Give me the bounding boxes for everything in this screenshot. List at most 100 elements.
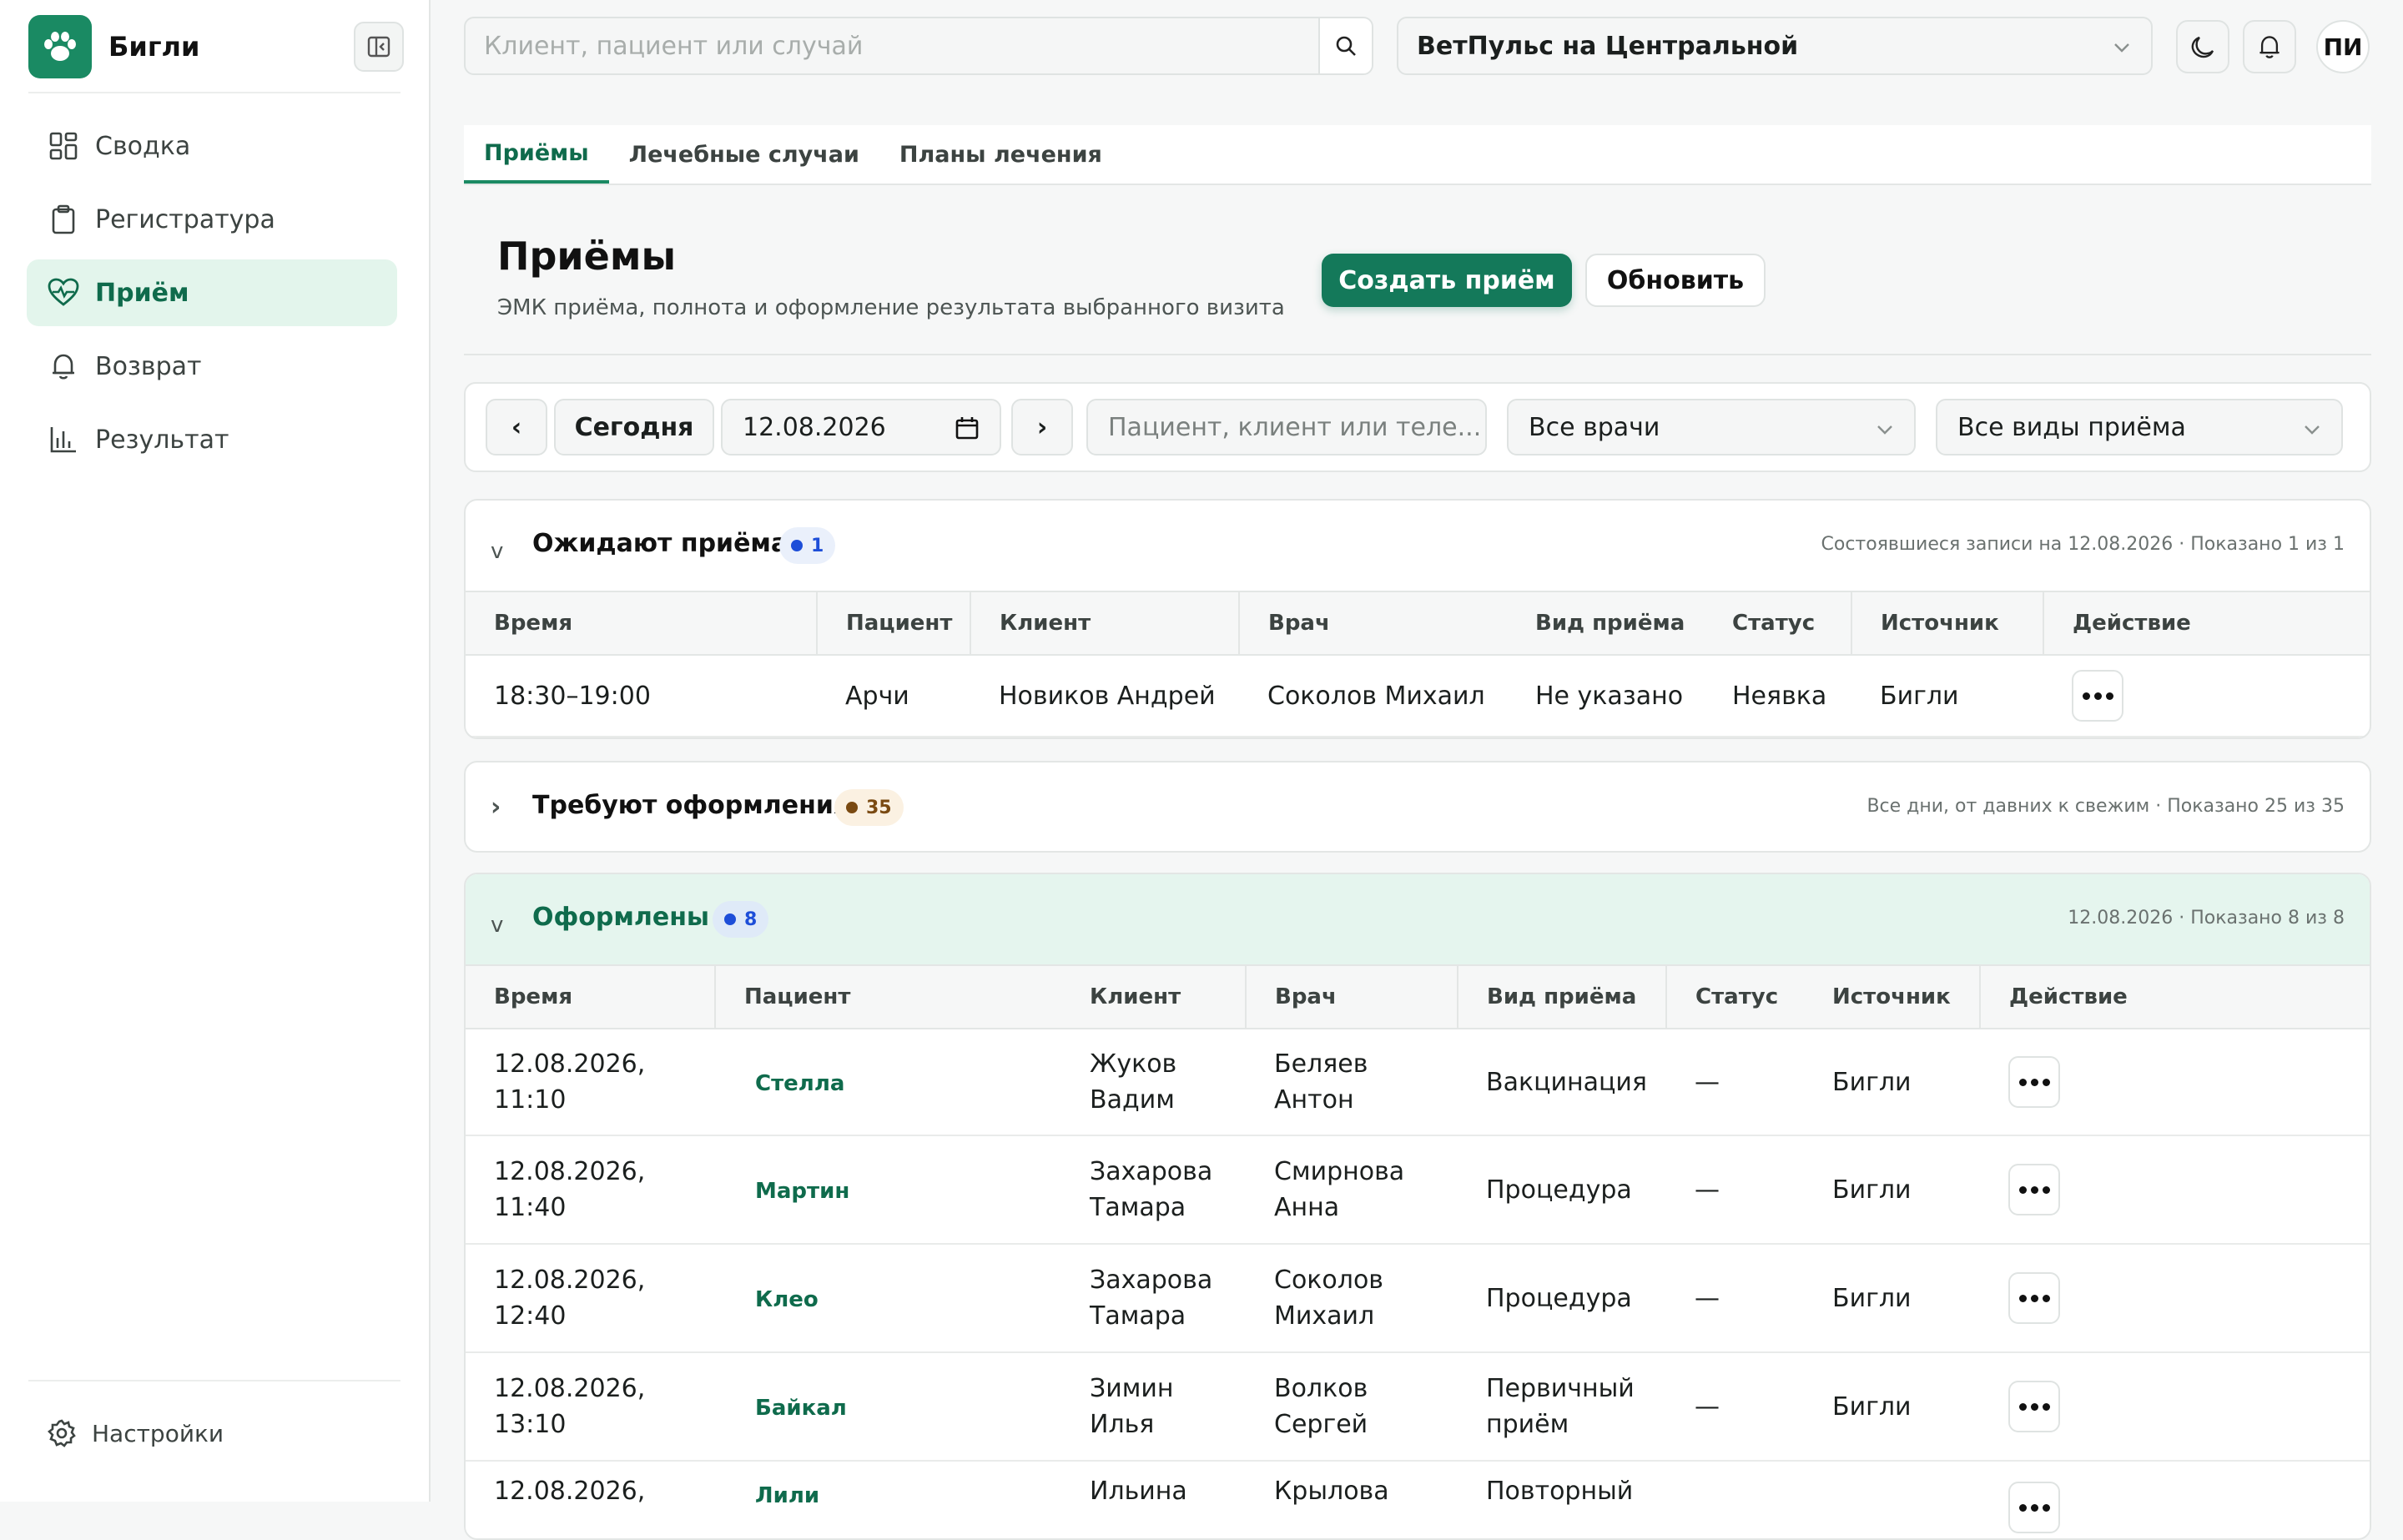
divider bbox=[464, 354, 2371, 355]
settings-link[interactable]: Настройки bbox=[47, 1418, 224, 1448]
sidebar-nav: Сводка Регистратура Приём Возврат Резуль… bbox=[27, 113, 397, 480]
chevron-down-icon bbox=[2114, 43, 2129, 53]
tab-bar: Приёмы Лечебные случаи Планы лечения bbox=[464, 125, 2371, 185]
table-row[interactable]: 12.08.2026, 13:10 Байкал Зимин Илья Волков… bbox=[466, 1352, 2370, 1462]
cell-status: — bbox=[1666, 1029, 1804, 1136]
more-actions-button[interactable] bbox=[2072, 670, 2123, 722]
patient-link[interactable]: Мартин bbox=[755, 1179, 849, 1204]
cell-type: Не указано bbox=[1507, 655, 1704, 737]
sidebar: Бигли Сводка Регистратура Приём Возврат … bbox=[0, 0, 431, 1502]
section-header[interactable]: v Ожидают приёма 1 Состоявшиеся записи н… bbox=[466, 501, 2370, 591]
cell-client: Новиков Андрей bbox=[970, 655, 1239, 737]
cell-time: 12.08.2026, 12:40 bbox=[466, 1244, 715, 1353]
more-actions-button[interactable] bbox=[2008, 1381, 2060, 1432]
cell-client: Захарова Тамара bbox=[1061, 1135, 1246, 1245]
notifications-button[interactable] bbox=[2243, 20, 2296, 73]
column-header[interactable]: Врач bbox=[1238, 591, 1507, 656]
patient-link[interactable]: Лили bbox=[755, 1483, 819, 1508]
column-header[interactable]: Действие bbox=[1979, 964, 2370, 1029]
topbar: ВетПульс на Центральной ПИ bbox=[464, 17, 2370, 77]
tab-treatment-plans[interactable]: Планы лечения bbox=[879, 125, 1122, 184]
column-header[interactable]: Время bbox=[466, 964, 715, 1029]
sidebar-item-label: Возврат bbox=[95, 351, 202, 381]
cell-doctor: Соколов Михаил bbox=[1239, 655, 1507, 737]
sidebar-item-appointment[interactable]: Приём bbox=[27, 259, 397, 326]
column-header[interactable]: Клиент bbox=[970, 591, 1239, 656]
column-header[interactable]: Источник bbox=[1804, 964, 1980, 1029]
filter-bar: ‹ Сегодня 12.08.2026 › Пациент, клиент и… bbox=[464, 382, 2371, 472]
column-header[interactable]: Вид приёма bbox=[1457, 964, 1666, 1029]
column-header[interactable]: Действие bbox=[2043, 591, 2370, 656]
clinic-select[interactable]: ВетПульс на Центральной bbox=[1397, 17, 2153, 75]
date-picker[interactable]: 12.08.2026 bbox=[721, 399, 1001, 455]
page-header: Приёмы ЭМК приёма, полнота и оформление … bbox=[464, 200, 2371, 350]
bell-icon bbox=[47, 350, 80, 383]
section-meta: 12.08.2026 · Показано 8 из 8 bbox=[2068, 908, 2345, 929]
search-input[interactable] bbox=[466, 18, 1318, 73]
refresh-button[interactable]: Обновить bbox=[1585, 254, 1766, 307]
tab-treatment-cases[interactable]: Лечебные случаи bbox=[609, 125, 879, 184]
cell-type: Вакцинация bbox=[1458, 1029, 1666, 1136]
done-table: Время Пациент Клиент Врач Вид приёма Ста… bbox=[466, 964, 2370, 1538]
next-day-button[interactable]: › bbox=[1011, 399, 1073, 455]
sidebar-item-summary[interactable]: Сводка bbox=[27, 113, 397, 179]
table-row[interactable]: 18:30–19:00 Арчи Новиков Андрей Соколов … bbox=[466, 655, 2370, 737]
search-button[interactable] bbox=[1318, 18, 1372, 73]
expand-toggle[interactable]: › bbox=[491, 793, 501, 822]
cell-action bbox=[1980, 1352, 2370, 1462]
visit-type-select[interactable]: Все виды приёма bbox=[1936, 399, 2343, 455]
more-actions-button[interactable] bbox=[2008, 1164, 2060, 1215]
patient-link[interactable]: Стелла bbox=[755, 1071, 844, 1096]
table-row[interactable]: 12.08.2026, 12:40 Клео Захарова Тамара Сок… bbox=[466, 1244, 2370, 1353]
doctor-select[interactable]: Все врачи bbox=[1507, 399, 1916, 455]
column-header[interactable]: Статус bbox=[1665, 964, 1804, 1029]
cell-source: Бигли bbox=[1851, 655, 2043, 737]
column-header[interactable]: Пациент bbox=[714, 964, 1061, 1029]
sidebar-item-registry[interactable]: Регистратура bbox=[27, 186, 397, 253]
cell-source: Бигли bbox=[1804, 1352, 1980, 1462]
theme-toggle-button[interactable] bbox=[2176, 20, 2229, 73]
cell-source: Бигли bbox=[1804, 1244, 1980, 1353]
collapse-toggle[interactable]: v bbox=[491, 913, 503, 938]
user-avatar[interactable]: ПИ bbox=[2316, 20, 2370, 73]
section-header[interactable]: › Требуют оформления 35 Все дни, от давн… bbox=[466, 762, 2370, 851]
waiting-table: Время Пациент Клиент Врач Вид приёма Ста… bbox=[466, 591, 2370, 737]
sidebar-item-label: Регистратура bbox=[95, 204, 275, 234]
patient-link[interactable]: Клео bbox=[755, 1287, 819, 1312]
cell-client: Зимин Илья bbox=[1061, 1352, 1246, 1462]
today-button[interactable]: Сегодня bbox=[554, 399, 714, 455]
column-header[interactable]: Вид приёма bbox=[1507, 591, 1704, 656]
column-header[interactable]: Источник bbox=[1851, 591, 2043, 656]
divider bbox=[28, 1380, 400, 1381]
count-value: 1 bbox=[811, 535, 824, 556]
cell-status: — bbox=[1666, 1352, 1804, 1462]
tab-appointments[interactable]: Приёмы bbox=[464, 125, 609, 184]
collapse-sidebar-button[interactable] bbox=[354, 22, 404, 72]
section-header[interactable]: v Оформлены 8 12.08.2026 · Показано 8 из… bbox=[466, 874, 2370, 964]
create-appointment-button[interactable]: Создать приём bbox=[1322, 254, 1572, 307]
more-actions-button[interactable] bbox=[2008, 1482, 2060, 1533]
sidebar-item-result[interactable]: Результат bbox=[27, 406, 397, 473]
column-header[interactable]: Статус bbox=[1704, 591, 1851, 656]
column-header[interactable]: Врач bbox=[1245, 964, 1458, 1029]
more-actions-button[interactable] bbox=[2008, 1056, 2060, 1108]
column-header[interactable]: Время bbox=[466, 591, 817, 656]
column-header[interactable]: Клиент bbox=[1061, 964, 1246, 1029]
sidebar-item-return[interactable]: Возврат bbox=[27, 333, 397, 400]
prev-day-button[interactable]: ‹ bbox=[486, 399, 547, 455]
patient-link[interactable]: Байкал bbox=[755, 1396, 847, 1421]
cell-action bbox=[2043, 655, 2370, 737]
cell-doctor: Крылова bbox=[1246, 1461, 1458, 1538]
brand: Бигли bbox=[28, 15, 404, 78]
patient-filter-input[interactable]: Пациент, клиент или теле... bbox=[1086, 399, 1487, 455]
cell-type: Повторный bbox=[1458, 1461, 1666, 1538]
table-row[interactable]: 12.08.2026, Лили Ильина Крылова Повторны… bbox=[466, 1461, 2370, 1538]
paw-logo-icon[interactable] bbox=[28, 15, 92, 78]
column-header[interactable]: Пациент bbox=[816, 591, 970, 656]
more-actions-button[interactable] bbox=[2008, 1272, 2060, 1324]
section-title: Требуют оформления bbox=[532, 791, 850, 820]
table-row[interactable]: 12.08.2026, 11:40 Мартин Захарова Тамара С… bbox=[466, 1135, 2370, 1245]
cell-patient: Клео bbox=[715, 1244, 1061, 1353]
collapse-toggle[interactable]: v bbox=[491, 539, 503, 564]
table-row[interactable]: 12.08.2026, 11:10 Стелла Жуков Вадим Беляе… bbox=[466, 1029, 2370, 1136]
